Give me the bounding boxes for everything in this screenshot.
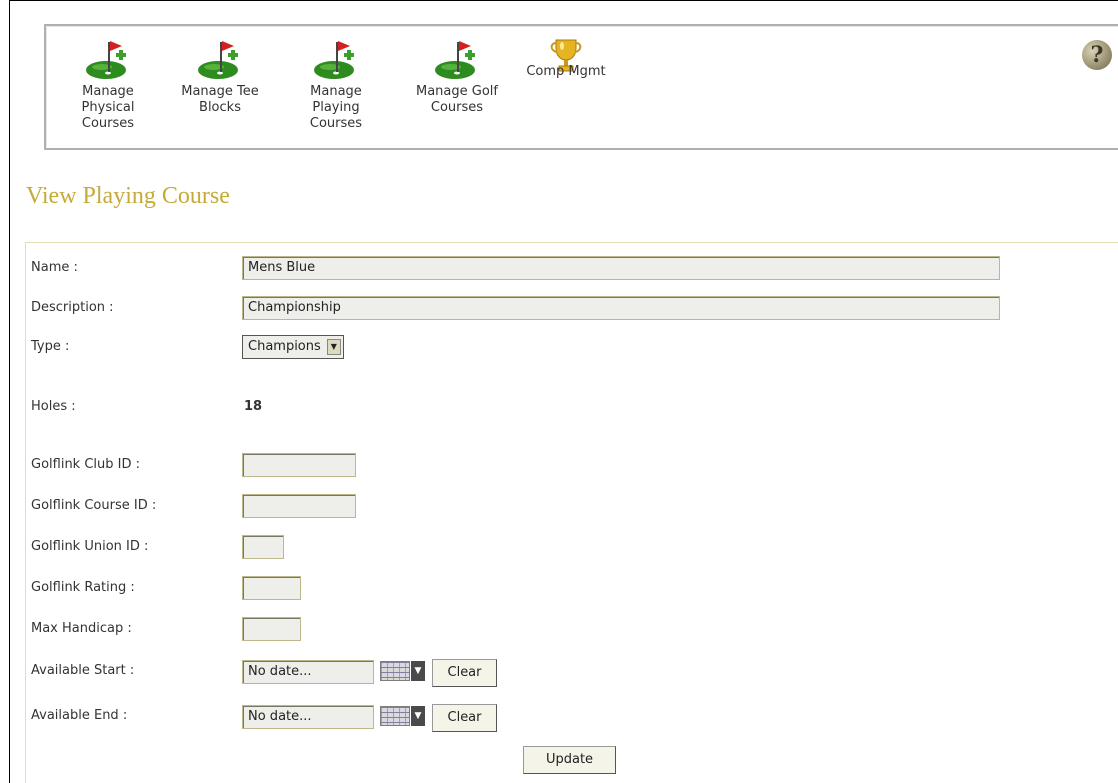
- manage-playing-courses-button[interactable]: Manage Playing Courses: [300, 36, 372, 132]
- golflink-club-id-field[interactable]: [242, 453, 356, 477]
- chevron-down-icon: ▼: [411, 661, 425, 681]
- manage-playing-courses-label: Manage Playing Courses: [309, 84, 363, 131]
- help-icon[interactable]: ?: [1082, 40, 1112, 70]
- type-label: Type :: [31, 339, 70, 354]
- golflink-union-id-row: Golflink Union ID :: [31, 535, 431, 561]
- golf-flag-add-icon: [196, 36, 244, 80]
- golflink-union-id-field[interactable]: [242, 535, 284, 559]
- golflink-rating-field[interactable]: [242, 576, 301, 600]
- golflink-club-id-row: Golflink Club ID :: [31, 453, 431, 479]
- manage-golf-courses-label: Manage Golf Courses: [416, 84, 498, 115]
- name-field[interactable]: Mens Blue: [242, 256, 1000, 280]
- admin-toolbar: Manage Physical Courses Manage Tee Block…: [44, 24, 1118, 150]
- page-title: View Playing Course: [26, 183, 230, 209]
- name-row: Name : Mens Blue: [31, 256, 1031, 282]
- description-label: Description :: [31, 300, 114, 315]
- calendar-icon: [380, 661, 410, 681]
- comp-mgmt-button[interactable]: Comp Mgmt: [520, 36, 612, 80]
- manage-tee-blocks-label: Manage Tee Blocks: [181, 84, 259, 115]
- manage-golf-courses-button[interactable]: Manage Golf Courses: [401, 36, 513, 116]
- golflink-club-id-label: Golflink Club ID :: [31, 457, 141, 472]
- window-frame-left: [9, 0, 10, 783]
- max-handicap-row: Max Handicap :: [31, 617, 431, 643]
- manage-physical-courses-label: Manage Physical Courses: [81, 84, 135, 131]
- description-row: Description : Championship: [31, 296, 1031, 322]
- type-select[interactable]: Champions ▼: [242, 335, 344, 359]
- comp-mgmt-label: Comp Mgmt: [526, 64, 606, 79]
- golflink-rating-label: Golflink Rating :: [31, 580, 135, 595]
- available-end-clear-button[interactable]: Clear: [432, 704, 497, 732]
- max-handicap-field[interactable]: [242, 617, 301, 641]
- golflink-rating-row: Golflink Rating :: [31, 576, 431, 602]
- type-row: Type : Champions ▼: [31, 335, 431, 361]
- holes-label: Holes :: [31, 399, 76, 414]
- name-label: Name :: [31, 260, 78, 275]
- available-end-row: Available End : No date... ▼ Clear: [31, 704, 531, 732]
- holes-value: 18: [244, 399, 263, 414]
- available-start-field[interactable]: No date...: [242, 660, 374, 684]
- golflink-course-id-field[interactable]: [242, 494, 356, 518]
- available-start-label: Available Start :: [31, 663, 135, 678]
- max-handicap-label: Max Handicap :: [31, 621, 132, 636]
- available-start-calendar-button[interactable]: ▼: [378, 659, 428, 685]
- available-end-calendar-button[interactable]: ▼: [378, 704, 428, 730]
- golflink-course-id-label: Golflink Course ID :: [31, 498, 157, 513]
- chevron-down-icon: ▼: [411, 706, 425, 726]
- available-start-row: Available Start : No date... ▼ Clear: [31, 659, 531, 687]
- available-end-field[interactable]: No date...: [242, 705, 374, 729]
- available-end-label: Available End :: [31, 708, 128, 723]
- golflink-union-id-label: Golflink Union ID :: [31, 539, 149, 554]
- golf-flag-add-icon: [84, 36, 132, 80]
- holes-row: Holes : 18: [31, 395, 431, 421]
- chevron-down-icon[interactable]: ▼: [326, 339, 341, 355]
- calendar-icon: [380, 706, 410, 726]
- available-start-clear-button[interactable]: Clear: [432, 659, 497, 687]
- type-selected-value: Champions: [248, 339, 321, 354]
- golf-flag-add-icon: [312, 36, 360, 80]
- update-button[interactable]: Update: [523, 746, 616, 774]
- window-frame-top: [9, 0, 1118, 1]
- description-field[interactable]: Championship: [242, 296, 1000, 320]
- manage-physical-courses-button[interactable]: Manage Physical Courses: [68, 36, 148, 132]
- golflink-course-id-row: Golflink Course ID :: [31, 494, 431, 520]
- manage-tee-blocks-button[interactable]: Manage Tee Blocks: [172, 36, 268, 116]
- golf-flag-add-icon: [433, 36, 481, 80]
